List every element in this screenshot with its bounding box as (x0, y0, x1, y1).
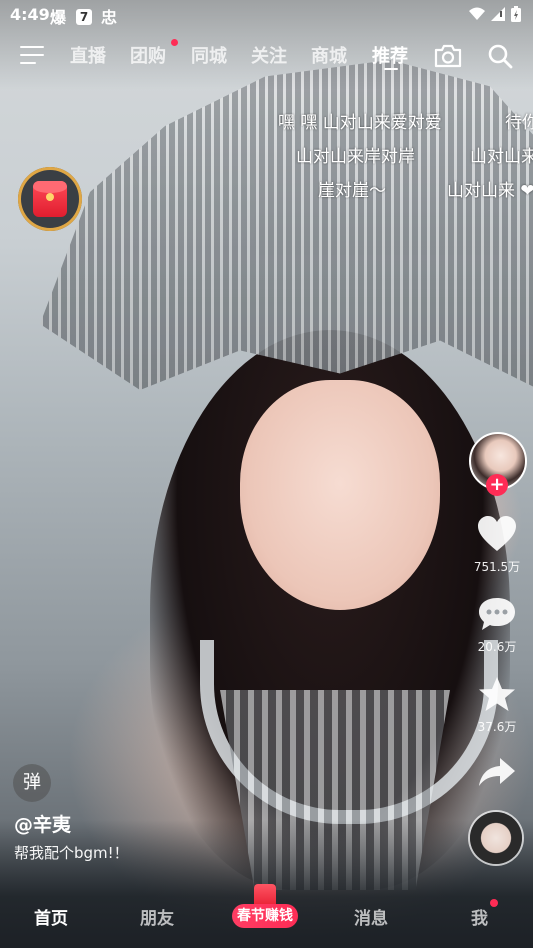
danmaku-comment: 山对山来岸对岸 (296, 147, 415, 167)
share-icon (479, 758, 515, 786)
festival-earn-button[interactable]: 春节赚钱 (232, 884, 298, 928)
danmaku-comment: 崖对崖～ (318, 181, 386, 201)
tab-me[interactable]: 我 (471, 904, 488, 929)
video-face (240, 380, 440, 610)
tab-group-buy[interactable]: 团购 (130, 42, 166, 68)
tab-live[interactable]: 直播 (70, 42, 106, 68)
danmaku-comment: 山对山来 ❤ (447, 181, 533, 201)
search-icon[interactable] (487, 43, 513, 69)
tab-nearby[interactable]: 同城 (191, 42, 227, 68)
tab-messages[interactable]: 消息 (354, 904, 388, 929)
like-count: 751.5万 (473, 560, 521, 574)
tab-me-dot (490, 899, 498, 907)
follow-button[interactable]: + (486, 474, 508, 496)
status-app-icon-2: 忠 (101, 8, 118, 27)
author-username[interactable]: @辛夷 (14, 810, 71, 837)
tab-following[interactable]: 关注 (251, 42, 287, 68)
active-tab-indicator (384, 68, 398, 70)
danmaku-toggle-button[interactable]: 弹 (13, 764, 51, 802)
status-notification-icon: 爆 (50, 8, 67, 27)
status-app-icon: 7 (76, 6, 92, 25)
share-button[interactable] (470, 756, 524, 792)
favorite-button[interactable]: 37.6万 (470, 676, 524, 735)
status-right-icons (469, 6, 521, 22)
favorite-count: 37.6万 (477, 720, 517, 734)
red-packet-button[interactable] (18, 167, 82, 231)
star-icon (479, 677, 515, 711)
tab-group-buy-dot (171, 39, 178, 46)
signal-icon (491, 7, 505, 21)
video-caption[interactable]: 帮我配个bgm!！ (14, 842, 129, 863)
menu-icon[interactable] (20, 46, 44, 66)
tab-mall[interactable]: 商城 (311, 42, 347, 68)
danmaku-comment: 嘿 嘿 山对山来爱对爱 (278, 113, 442, 133)
danmaku-comment: 山对山来 (470, 147, 533, 167)
status-time: 4:49 (10, 5, 50, 24)
festival-earn-label: 春节赚钱 (232, 904, 298, 928)
video-player[interactable] (0, 0, 533, 948)
heart-icon (478, 516, 516, 551)
comment-icon (479, 598, 515, 630)
like-button[interactable]: 751.5万 (470, 516, 524, 575)
comment-count: 20.6万 (477, 640, 517, 654)
wifi-icon (469, 7, 485, 20)
comment-button[interactable]: 20.6万 (470, 596, 524, 655)
tab-friends[interactable]: 朋友 (140, 904, 174, 929)
red-packet-icon (33, 181, 67, 217)
danmaku-comment: 待你 (505, 113, 533, 133)
top-nav: 直播 团购 同城 关注 商城 推荐 (0, 38, 533, 72)
status-bar: 4:49 爆 7 忠 (0, 0, 533, 30)
tab-home[interactable]: 首页 (34, 904, 68, 929)
music-disc[interactable] (470, 812, 522, 864)
camera-icon[interactable] (434, 44, 462, 68)
battery-icon (511, 6, 521, 22)
tab-recommend[interactable]: 推荐 (372, 42, 408, 68)
